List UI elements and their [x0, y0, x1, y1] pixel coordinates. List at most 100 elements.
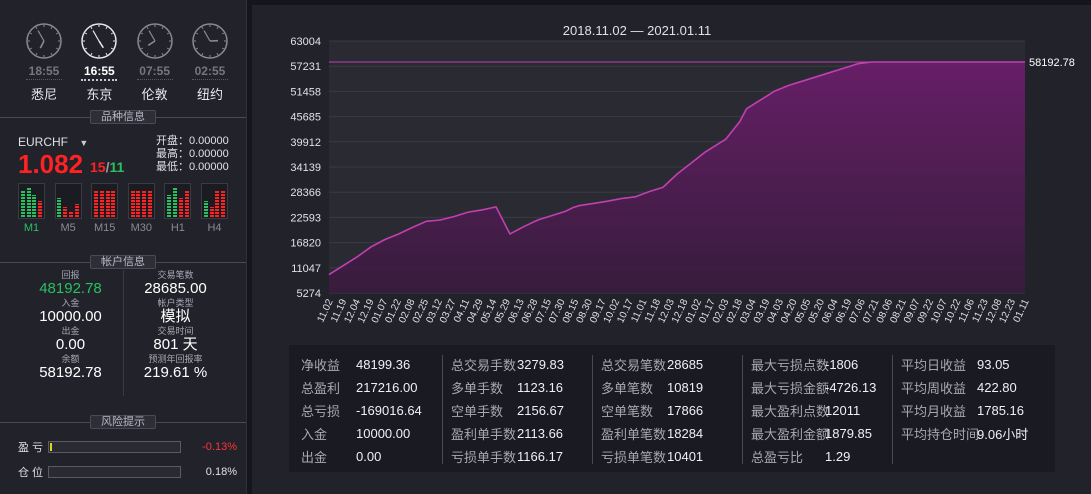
account-value: 801 天	[153, 336, 198, 353]
signal-bar	[184, 191, 189, 217]
ohl-values: 开盘：0.00000 最高：0.00000 最低：0.00000	[156, 135, 229, 174]
stat-row: 净收益 48199.36	[301, 353, 441, 376]
stat-value: 217216.00	[356, 380, 418, 395]
y-tick-label: 16820	[290, 238, 321, 250]
account-label: 回报	[61, 270, 80, 280]
timeframe-m5[interactable]: M5	[54, 183, 82, 234]
signal-bar	[142, 191, 147, 217]
clock-divider	[136, 79, 173, 83]
stat-value: 93.05	[977, 357, 1010, 372]
stat-value: 1.29	[825, 449, 851, 464]
stat-value: 10401	[667, 449, 704, 464]
signal-bar	[63, 207, 68, 217]
stat-value: 1123.16	[517, 380, 564, 395]
timeframe-m1[interactable]: M1	[18, 183, 45, 234]
y-tick-label: 5274	[297, 288, 321, 300]
timeframe-m30[interactable]: M30	[127, 183, 155, 234]
signal-bar	[209, 207, 214, 217]
account-right-column: 交易笔数 28685.00 帐户类型 模拟 交易时间 801 天预测年回报率 219.61 …	[123, 270, 228, 382]
signal-bar	[105, 191, 110, 217]
clock: 18:55 悉尼	[22, 22, 66, 103]
stat-label: 亏损单笔数	[601, 450, 667, 465]
stat-row: 总交易手数 3279.83	[451, 353, 591, 376]
y-tick-label: 45685	[290, 112, 321, 124]
stat-row: 盈利单手数 2113.66	[451, 422, 591, 445]
account-left-column: 回报 48192.78 入金 10000.00 出金 0.00 余额 58192.78	[18, 270, 123, 382]
timeframe-label: M1	[23, 222, 40, 234]
clock-city: 伦敦	[141, 87, 168, 102]
y-tick-label: 63004	[290, 36, 321, 48]
clock: 16:55 东京	[77, 22, 121, 103]
signal-bar	[130, 191, 135, 217]
symbol-section-title: 品种信息	[90, 110, 156, 124]
timeframe-label: M30	[130, 222, 152, 234]
account-value: 48192.78	[39, 280, 102, 297]
stat-row: 空单手数 2156.67	[451, 399, 591, 422]
signal-bars	[18, 183, 45, 219]
stat-label: 空单笔数	[601, 404, 654, 419]
stat-row: 最大盈利金额 1879.85	[751, 422, 891, 445]
high-value: 最高：0.00000	[156, 148, 229, 160]
left-panel: 18:55 悉尼 16:55 东京 07:55 伦敦 02:55 纽约 品种信息 EURCHF…	[0, 0, 247, 494]
risk-row: 仓位 0.18%	[18, 465, 238, 479]
account-value: 模拟	[160, 308, 191, 325]
stat-value: 2113.66	[517, 426, 564, 441]
stat-value: 422.80	[977, 380, 1017, 395]
stats-divider	[442, 355, 443, 464]
stat-row: 平均日收益 93.05	[901, 353, 1041, 376]
stat-label: 总交易笔数	[601, 358, 667, 373]
signal-bar	[111, 191, 116, 217]
y-tick-label: 39912	[290, 137, 321, 149]
stat-label: 平均周收益	[901, 381, 967, 396]
symbol-selector[interactable]: EURCHF ▼	[18, 135, 88, 149]
signal-bar	[167, 194, 172, 217]
symbol-name: EURCHF	[18, 135, 68, 149]
signal-bar	[20, 191, 25, 217]
stat-label: 盈利单笔数	[601, 427, 667, 442]
stat-row: 总盈亏比 1.29	[751, 445, 891, 468]
stats-divider	[892, 355, 893, 464]
stat-value: 10819	[667, 380, 704, 395]
clock-time: 18:55	[28, 64, 60, 78]
signal-bar	[203, 201, 208, 217]
risk-value: 0.18%	[205, 466, 237, 478]
timeframe-h1[interactable]: H1	[164, 183, 192, 234]
right-panel: 2018.11.02 — 2021.01.11 63004 57231 51458 45…	[252, 5, 1091, 494]
stat-label: 净收益	[301, 358, 341, 373]
signal-bar	[136, 191, 141, 217]
stat-row: 多单笔数 10819	[601, 376, 741, 399]
stat-label: 多单手数	[451, 381, 504, 396]
symbol-info: EURCHF ▼ 1.082 15/11 开盘：0.00000 最高：0.000…	[18, 135, 238, 245]
stat-row: 多单手数 1123.16	[451, 376, 591, 399]
stat-row: 盈利单笔数 18284	[601, 422, 741, 445]
clock-time: 07:55	[139, 64, 170, 78]
timeframe-h4[interactable]: H4	[200, 183, 228, 234]
signal-bar	[221, 191, 226, 217]
risk-gauge	[48, 441, 181, 453]
ask-tail: 11	[109, 159, 125, 175]
stat-row: 最大亏损点数 -1806	[751, 353, 891, 376]
stat-label: 最大盈利金额	[751, 427, 830, 442]
stat-value: 1879.85	[825, 426, 872, 441]
clock: 02:55 纽约	[188, 22, 232, 103]
stat-row: 总亏损 -169016.64	[301, 399, 441, 422]
stats-column: 总交易手数 3279.83 多单手数 1123.16 空单手数 2156.67 盈利单手数 2…	[451, 353, 591, 468]
risk-label: 仓位	[18, 467, 46, 479]
timeframe-m15[interactable]: M15	[91, 183, 119, 234]
stat-row: 亏损单手数 1166.17	[451, 445, 591, 468]
stat-label: 总交易手数	[451, 358, 517, 373]
stat-value: -169016.64	[356, 403, 422, 418]
stat-row: 平均持仓时间 9.06小时	[901, 422, 1041, 445]
stat-value: -4726.13	[825, 380, 877, 395]
stat-value: 1785.16	[977, 403, 1024, 418]
y-tick-label: 22593	[290, 212, 321, 224]
stats-divider	[742, 355, 743, 464]
timeframe-label: M5	[60, 222, 76, 234]
account-label: 余额	[61, 354, 80, 364]
y-tick-label: 28366	[290, 187, 321, 199]
stat-value: 48199.36	[356, 357, 411, 372]
stat-row: 亏损单笔数 10401	[601, 445, 741, 468]
stat-row: 最大亏损金额 -4726.13	[751, 376, 891, 399]
timeframe-label: M15	[93, 222, 116, 234]
stat-value: 18284	[667, 426, 704, 441]
